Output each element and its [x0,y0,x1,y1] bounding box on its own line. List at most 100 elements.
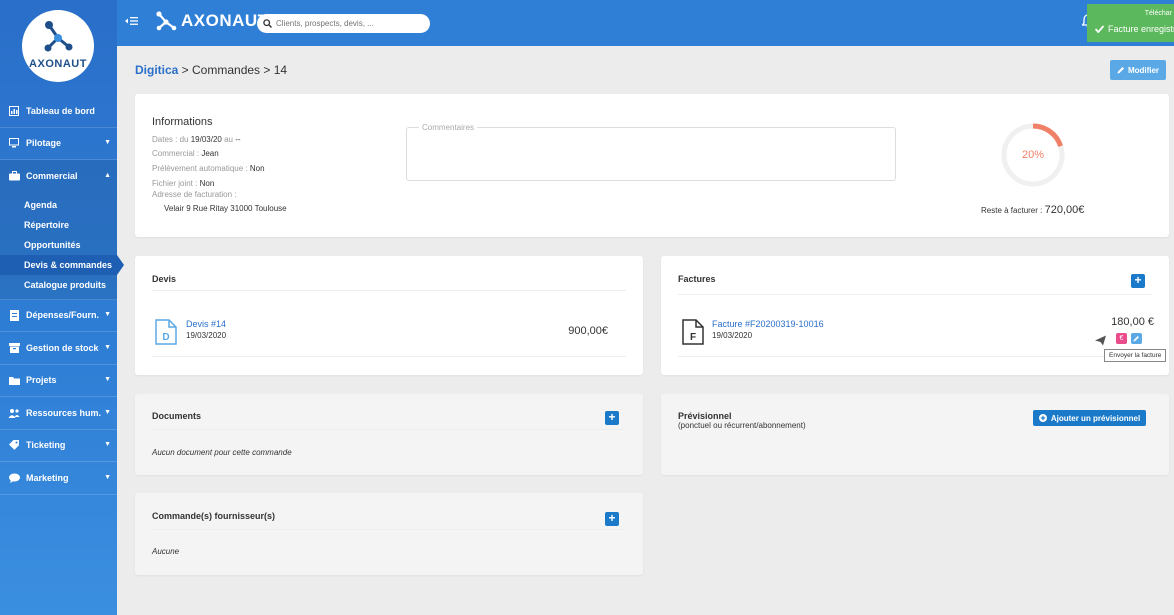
divider [152,356,626,357]
box-icon [8,342,20,354]
logo[interactable]: AXONAUT [22,10,94,82]
reste-label: Reste à facturer : [981,206,1043,215]
comments-box[interactable]: Commentaires [406,123,896,181]
divider [678,294,1152,295]
sidebar-item-projets[interactable]: Projets ▼ [0,365,117,397]
facture-icon-letter: F [690,332,696,343]
edit-facture-button[interactable] [1131,333,1142,344]
tooltip-envoyer-facture: Envoyer la facture [1104,349,1167,362]
briefcase-icon [8,170,20,182]
sidebar-subitem-devis-commandes[interactable]: Devis & commandes [0,254,124,275]
sidebar-item-label: Commercial [26,171,78,182]
dashboard-icon [8,105,20,117]
brand-name: AXONAUT [181,11,269,30]
plus-circle-icon [1038,414,1047,422]
sidebar-subitem-agenda[interactable]: Agenda [0,195,117,215]
search-icon [263,19,272,28]
sidebar-item-label: Tableau de bord [26,105,95,116]
commandes-fournisseurs-empty-text: Aucune [152,547,180,556]
check-icon [1095,25,1104,33]
sidebar-item-label: Gestion de stock [26,342,99,353]
reste-a-facturer: Reste à facturer : 720,00€ [981,204,1084,216]
logo-text: AXONAUT [29,58,87,70]
divider [152,290,626,291]
sidebar-nav: Tableau de bord Pilotage ▼ Commercial ▲ … [0,95,124,495]
divider [152,529,626,530]
info-dates-label: Dates : du [152,135,189,144]
modifier-button[interactable]: Modifier [1110,60,1166,80]
devis-card: Devis D Devis #14 19/03/2020 900,00€ [135,256,643,375]
info-dates-value: 19/03/20 [190,135,222,144]
sidebar-item-ressources-humaines[interactable]: Ressources hum. ▼ [0,397,117,430]
sidebar-item-gestion-stock[interactable]: Gestion de stock ▼ [0,332,117,365]
breadcrumb-rest: > Commandes > 14 [178,63,288,77]
sidebar-item-label: Dépenses/Fourn. [26,310,100,321]
toast-message-text: Facture enregistr [1108,24,1174,34]
collapse-menu-icon [125,17,138,25]
info-dates-suffix-value: -- [235,135,241,144]
brand[interactable]: AXONAUT [155,11,269,31]
sidebar-subitem-opportunites[interactable]: Opportunités [0,235,117,255]
ajouter-previsionnel-button[interactable]: Ajouter un prévisionnel [1033,410,1146,426]
commandes-fournisseurs-card: Commande(s) fournisseur(s) + Aucune [135,493,643,575]
divider [152,429,626,430]
euro-icon: € [1119,335,1124,342]
search-input[interactable] [276,19,426,28]
info-fichier: Fichier joint : Non [152,179,214,188]
devis-amount: 900,00€ [568,325,608,337]
sidebar-item-depenses[interactable]: Dépenses/Fourn. ▼ [0,300,117,332]
sidebar-item-commercial[interactable]: Commercial ▲ [0,160,117,193]
devis-document-icon: D [155,319,177,345]
breadcrumb: Digitica > Commandes > 14 [135,63,287,77]
info-prelevement-value: Non [249,164,265,173]
caret-down-icon: ▼ [104,473,111,481]
factures-card: Factures + F Facture #F20200319-10016 19… [661,256,1169,375]
informations-title: Informations [152,116,213,128]
caret-down-icon: ▼ [104,408,111,416]
sidebar-item-pilotage[interactable]: Pilotage ▼ [0,128,117,160]
documents-title: Documents [152,411,202,421]
folder-icon [8,374,20,386]
caret-down-icon: ▼ [104,343,111,351]
info-prelevement: Prélèvement automatique : Non [152,164,265,173]
sidebar-item-ticketing[interactable]: Ticketing ▼ [0,430,117,462]
top-bar: AXONAUT Téléchar Facture enregistr [117,0,1174,46]
add-document-button[interactable]: + [605,411,619,425]
previsionnel-subtitle: (ponctuel ou récurrent/abonnement) [678,421,806,430]
users-icon [8,407,20,419]
send-icon [1095,335,1106,346]
ticket-icon [8,439,20,451]
sidebar-item-label: Ticketing [26,440,66,451]
info-adresse-label: Adresse de facturation : [152,190,237,199]
facture-link[interactable]: Facture #F20200319-10016 [712,319,824,329]
axonaut-logo-icon [156,11,177,31]
devis-date: 19/03/2020 [186,331,227,340]
add-commande-fournisseur-button[interactable]: + [605,512,619,526]
devis-title: Devis [152,274,177,284]
collapse-sidebar-button[interactable] [125,15,139,29]
facture-amount: 180,00 € [1111,316,1154,328]
axonaut-logo-icon [44,21,73,52]
chat-icon [8,472,20,484]
info-commercial-label: Commercial : [152,149,200,158]
caret-down-icon: ▼ [104,441,111,449]
sidebar-item-tableau-de-bord[interactable]: Tableau de bord [0,95,117,128]
caret-down-icon: ▼ [104,139,111,147]
sidebar-subitem-catalogue-produits[interactable]: Catalogue produits [0,275,117,295]
monitor-icon [8,137,20,149]
send-facture-button[interactable] [1095,333,1107,346]
sidebar-item-label: Pilotage [26,138,62,149]
euro-payment-button[interactable]: € [1116,333,1127,344]
sidebar-item-marketing[interactable]: Marketing ▼ [0,462,117,495]
success-toast[interactable]: Téléchar Facture enregistr [1087,4,1174,42]
toast-message: Facture enregistr [1095,24,1174,34]
breadcrumb-link-client[interactable]: Digitica [135,63,178,77]
pencil-icon [1117,67,1124,74]
sidebar-item-label: Marketing [26,472,69,483]
devis-link[interactable]: Devis #14 [186,319,226,329]
sidebar-subitem-repertoire[interactable]: Répertoire [0,215,117,235]
info-fichier-value: Non [199,179,215,188]
info-dates-suffix-label: au [224,135,233,144]
add-facture-button[interactable]: + [1131,274,1145,288]
sidebar-item-label: Ressources hum. [26,407,102,418]
